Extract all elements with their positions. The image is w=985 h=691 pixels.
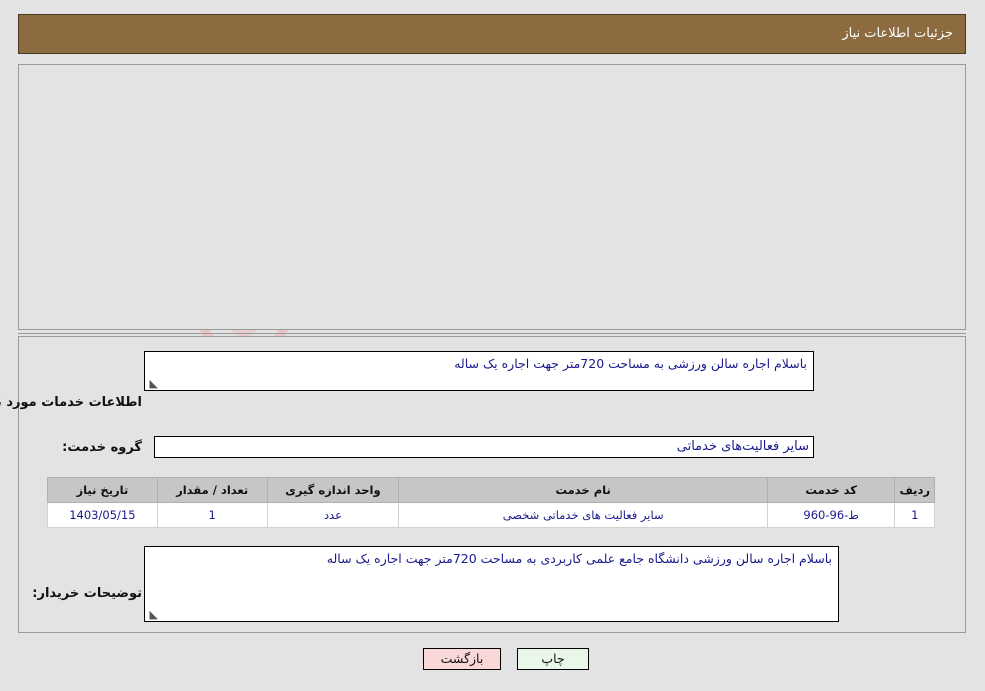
th-quantity: تعداد / مقدار bbox=[157, 477, 269, 503]
resize-grip-icon[interactable]: ◣ bbox=[149, 378, 159, 389]
cell-service-code: ط-96-960 bbox=[767, 502, 897, 528]
label-buyer-notes: توضیحات خریدار: bbox=[33, 586, 143, 601]
th-service-name: نام خدمت bbox=[399, 477, 769, 503]
need-info-panel bbox=[19, 64, 967, 330]
section-title-services: اطلاعات خدمات مورد نیاز bbox=[0, 395, 143, 410]
page-title: جزئیات اطلاعات نیاز bbox=[843, 26, 954, 41]
table-header-row: ردیف کد خدمت نام خدمت واحد اندازه گیری ت… bbox=[48, 477, 936, 503]
general-description-text: باسلام اجاره سالن ورزشی به مساحت 720متر … bbox=[455, 356, 808, 371]
cell-quantity: 1 bbox=[157, 502, 269, 528]
cell-need-date: 1403/05/15 bbox=[48, 502, 159, 528]
th-service-code: کد خدمت bbox=[767, 477, 897, 503]
cell-service-name: سایر فعالیت های خدماتی شخصی bbox=[399, 502, 769, 528]
cell-unit: عدد bbox=[267, 502, 401, 528]
th-row-no: ردیف bbox=[895, 477, 936, 503]
textarea-buyer-notes[interactable]: باسلام اجاره سالن ورزشی دانشگاه جامع علم… bbox=[145, 546, 840, 622]
resize-grip-icon-notes[interactable]: ◣ bbox=[149, 609, 159, 620]
buyer-notes-text: باسلام اجاره سالن ورزشی دانشگاه جامع علم… bbox=[327, 551, 833, 566]
th-need-date: تاریخ نیاز bbox=[48, 477, 159, 503]
table-row: 1 ط-96-960 سایر فعالیت های خدماتی شخصی ع… bbox=[48, 502, 936, 528]
field-service-group: سایر فعالیت‌های خدماتی bbox=[155, 436, 815, 458]
textarea-general-description[interactable]: باسلام اجاره سالن ورزشی به مساحت 720متر … bbox=[145, 351, 815, 391]
divider-top bbox=[19, 333, 967, 334]
page-root: AriaTender.net جزئیات اطلاعات نیاز شماره… bbox=[0, 0, 985, 691]
th-unit: واحد اندازه گیری bbox=[267, 477, 401, 503]
services-table: ردیف کد خدمت نام خدمت واحد اندازه گیری ت… bbox=[48, 477, 936, 528]
back-button[interactable]: بازگشت bbox=[424, 648, 502, 670]
print-button[interactable]: چاپ bbox=[518, 648, 590, 670]
window-titlebar: جزئیات اطلاعات نیاز bbox=[19, 14, 967, 54]
label-service-group: گروه خدمت: bbox=[63, 440, 143, 455]
cell-row-no: 1 bbox=[895, 502, 936, 528]
